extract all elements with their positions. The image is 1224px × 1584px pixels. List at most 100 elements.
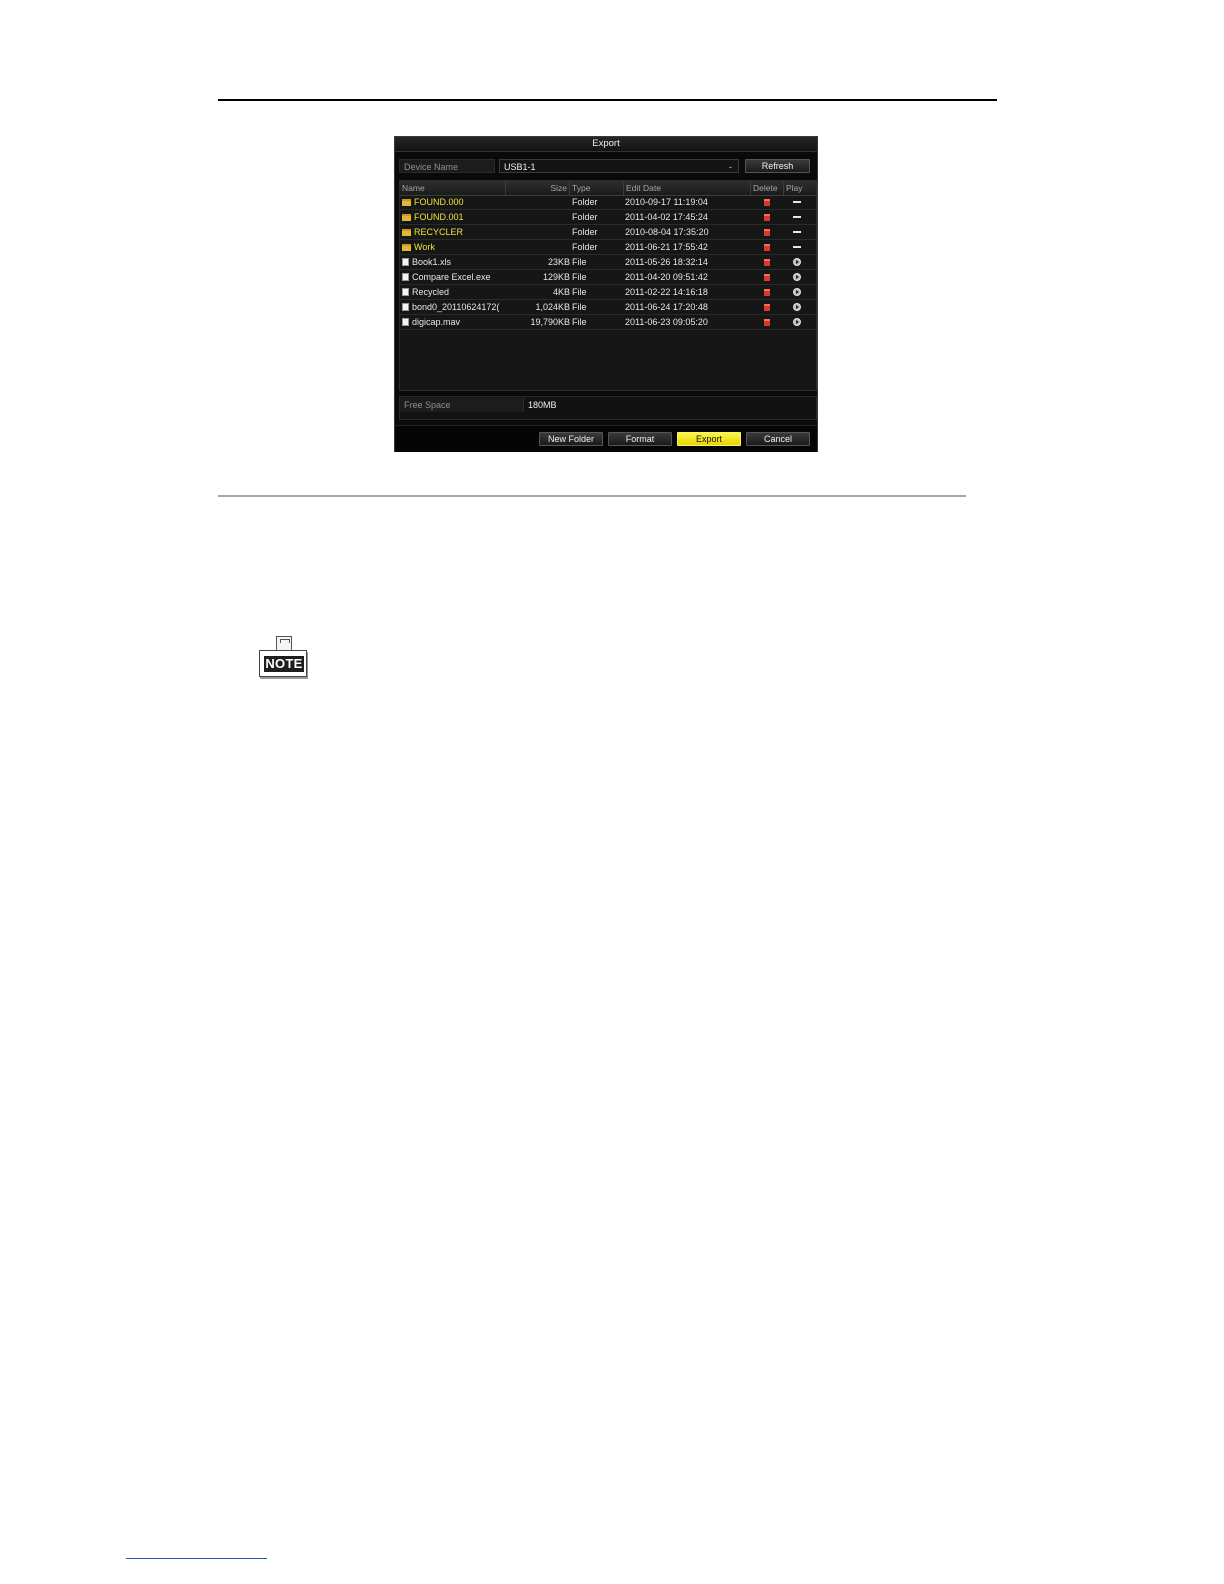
file-name: FOUND.000 [414, 197, 464, 207]
format-button[interactable]: Format [608, 432, 672, 446]
edit-date: 2011-04-20 09:51:42 [625, 272, 708, 282]
footnote-rule [126, 1558, 267, 1559]
dash-icon [793, 216, 801, 218]
delete-cell [752, 271, 782, 285]
column-header-name[interactable]: Name [400, 181, 506, 195]
file-type: Folder [572, 212, 598, 222]
file-icon [402, 258, 409, 266]
refresh-button[interactable]: Refresh [745, 159, 810, 173]
table-row[interactable]: Recycled 4KB File 2011-02-22 14:16:18 [400, 286, 816, 300]
device-name-select[interactable]: USB1-1 - [499, 159, 739, 173]
file-name: RECYCLER [414, 227, 464, 237]
note-clip-shape [276, 636, 292, 651]
column-header-size[interactable]: Size [506, 181, 570, 195]
table-row[interactable]: RECYCLER Folder 2010-08-04 17:35:20 [400, 226, 816, 240]
file-name: Compare Excel.exe [412, 272, 491, 282]
free-space-value: 180MB [528, 400, 557, 410]
note-icon: NOTE [256, 636, 310, 680]
file-size: 23KB [547, 257, 570, 267]
trash-icon[interactable] [764, 304, 770, 311]
trash-icon[interactable] [764, 199, 770, 206]
file-name-cell: RECYCLER [402, 226, 506, 240]
file-name: Work [414, 242, 435, 252]
delete-cell [752, 316, 782, 330]
dash-icon [793, 201, 801, 203]
table-row[interactable]: FOUND.001 Folder 2011-04-02 17:45:24 [400, 211, 816, 225]
trash-icon[interactable] [764, 214, 770, 221]
table-row[interactable]: Work Folder 2011-06-21 17:55:42 [400, 241, 816, 255]
trash-icon[interactable] [764, 274, 770, 281]
play-cell [782, 256, 812, 270]
file-type: File [572, 257, 587, 267]
file-name-cell: FOUND.001 [402, 211, 506, 225]
delete-cell [752, 211, 782, 225]
column-header-edit-date[interactable]: Edit Date [624, 181, 751, 195]
dropdown-caret-icon: - [729, 162, 732, 172]
delete-cell [752, 286, 782, 300]
delete-cell [752, 241, 782, 255]
dialog-title: Export [395, 137, 817, 152]
file-type: File [572, 317, 587, 327]
file-type: Folder [572, 227, 598, 237]
trash-icon[interactable] [764, 244, 770, 251]
play-icon[interactable] [793, 273, 801, 281]
dash-icon [793, 231, 801, 233]
file-size: 1,024KB [535, 302, 570, 312]
trash-icon[interactable] [764, 229, 770, 236]
file-type: File [572, 287, 587, 297]
folder-icon [402, 199, 411, 206]
column-header-play[interactable]: Play [784, 181, 816, 195]
table-row[interactable]: Book1.xls 23KB File 2011-05-26 18:32:14 [400, 256, 816, 270]
file-name: Recycled [412, 287, 450, 297]
device-name-label: Device Name [399, 159, 495, 173]
folder-icon [402, 244, 411, 251]
edit-date: 2011-04-02 17:45:24 [625, 212, 708, 222]
file-name: Book1.xls [412, 257, 452, 267]
edit-date: 2010-09-17 11:19:04 [625, 197, 708, 207]
play-cell [782, 226, 812, 240]
free-space-panel: Free Space 180MB [399, 396, 817, 420]
figure-divider-rule [218, 495, 966, 497]
file-name-cell: Book1.xls [402, 256, 506, 270]
export-dialog: Export Device Name USB1-1 - Refresh Name… [394, 136, 818, 452]
file-name-cell: bond0_20110624172( [402, 301, 506, 315]
play-icon[interactable] [793, 303, 801, 311]
table-header: Name Size Type Edit Date Delete Play [400, 181, 816, 196]
table-row[interactable]: digicap.mav 19,790KB File 2011-06-23 09:05:… [400, 316, 816, 330]
table-row[interactable]: Compare Excel.exe 129KB File 2011-04-20 09:… [400, 271, 816, 285]
column-header-delete[interactable]: Delete [751, 181, 784, 195]
trash-icon[interactable] [764, 259, 770, 266]
page-header-rule [218, 99, 997, 101]
edit-date: 2011-02-22 14:16:18 [625, 287, 708, 297]
new-folder-button[interactable]: New Folder [539, 432, 603, 446]
free-space-label: Free Space [400, 398, 524, 412]
table-row[interactable]: bond0_20110624172(1,024KB File 2011-06-24 … [400, 301, 816, 315]
dash-icon [793, 246, 801, 248]
edit-date: 2010-08-04 17:35:20 [625, 227, 709, 237]
export-button[interactable]: Export [677, 432, 741, 446]
file-name-cell: Recycled [402, 286, 506, 300]
column-header-type[interactable]: Type [570, 181, 624, 195]
file-name-cell: FOUND.000 [402, 196, 506, 210]
play-cell [782, 241, 812, 255]
play-cell [782, 196, 812, 210]
trash-icon[interactable] [764, 289, 770, 296]
play-cell [782, 301, 812, 315]
file-size [506, 211, 570, 225]
trash-icon[interactable] [764, 319, 770, 326]
file-type: File [572, 272, 587, 282]
file-icon [402, 303, 409, 311]
play-icon[interactable] [793, 258, 801, 266]
play-icon[interactable] [793, 288, 801, 296]
cancel-button[interactable]: Cancel [746, 432, 810, 446]
folder-icon [402, 214, 411, 221]
play-icon[interactable] [793, 318, 801, 326]
table-row[interactable]: FOUND.000 Folder 2010-09-17 11:19:04 [400, 196, 816, 210]
device-name-value: USB1-1 [504, 162, 536, 172]
play-cell [782, 211, 812, 225]
file-table: Name Size Type Edit Date Delete Play FOU… [399, 180, 817, 391]
file-type: File [572, 302, 587, 312]
file-icon [402, 273, 409, 281]
delete-cell [752, 196, 782, 210]
delete-cell [752, 226, 782, 240]
